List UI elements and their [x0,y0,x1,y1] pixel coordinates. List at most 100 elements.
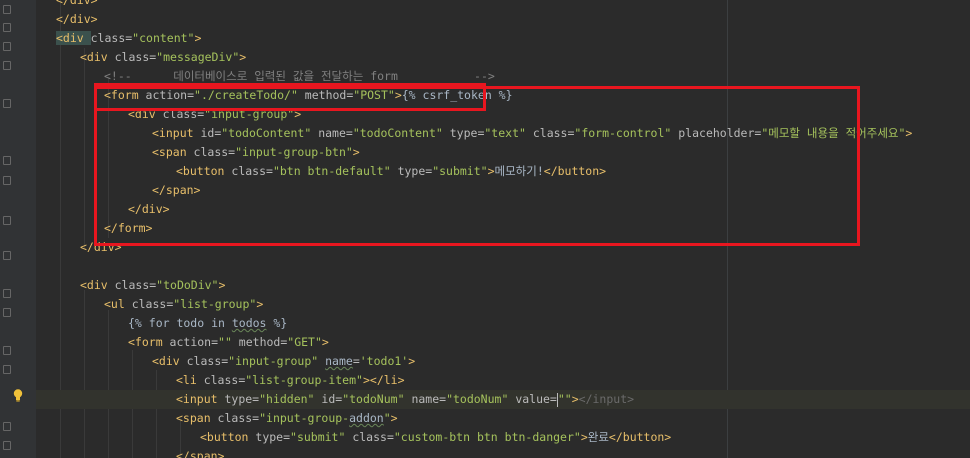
code-token: > [362,373,370,387]
code-token: class= [114,50,157,64]
code-editor[interactable]: </div> </div> <div class="content"> <div cl… [0,0,970,458]
code-token: "" [218,335,239,349]
code-line[interactable]: <div class="toDoDiv"> [80,276,225,295]
fold-marker-icon[interactable] [3,441,11,450]
code-token: type= [255,430,291,444]
code-token: <!-- 데이터베이스로 입력된 값을 전달하는 form --> [104,69,495,83]
code-token: </span> [176,449,225,458]
code-token: name [325,354,353,368]
code-token: %} [266,316,288,330]
fold-marker-icon[interactable] [3,23,11,32]
code-line[interactable]: </div> [56,0,98,10]
fold-marker-icon[interactable] [3,422,11,431]
code-token: class= [186,354,229,368]
code-token: > [408,354,416,368]
code-token: > [580,430,588,444]
code-token: <span [176,411,218,425]
code-line[interactable]: <div class="content"> [56,29,201,48]
code-line[interactable]: <li class="list-group-item"></li> [176,371,405,390]
code-token: "todoNum" [342,392,412,406]
code-line[interactable]: <div class="messageDiv"> [80,48,246,67]
code-line[interactable]: <span class="input-group-addon"> [176,409,398,428]
code-token: "messageDiv" [156,50,240,64]
code-token: todos [231,316,267,330]
fold-marker-icon[interactable] [3,365,11,374]
code-token: addon [349,411,384,425]
code-token: " [383,411,391,425]
code-token: "content" [132,31,195,45]
fold-marker-icon[interactable] [3,346,11,355]
code-token: 완료 [587,430,609,444]
code-token: <div [80,278,115,292]
code-token: "toDoDiv" [156,278,219,292]
fold-marker-icon[interactable] [3,251,11,260]
fold-marker-icon[interactable] [3,216,11,225]
code-token: name= [411,392,447,406]
code-line[interactable]: <button type="submit" class="custom-btn … [200,428,671,447]
code-token: <input [176,392,225,406]
code-token: 'todo1' [359,354,409,368]
code-token: <li [176,373,204,387]
code-token: > [194,31,202,45]
code-token: value= [515,392,557,406]
code-token: class= [114,278,157,292]
code-token: "GET" [287,335,322,349]
code-token: > [571,392,579,406]
code-token: <div [152,354,187,368]
code-token: "list-group-item" [245,373,363,387]
annotation-box-form-tag [94,83,486,111]
code-token: "input-group" [228,354,326,368]
code-token: method= [238,335,288,349]
code-token: </div> [56,0,98,7]
code-line[interactable]: </span> [176,447,224,458]
code-token: "todoNum" [446,392,516,406]
indent-guide [108,310,109,458]
code-token: <button [200,430,256,444]
code-token: <ul [104,297,132,311]
code-token: > [256,297,264,311]
code-token: class= [217,411,260,425]
code-token: "input-group- [259,411,350,425]
code-token: {% for todo in [128,316,232,330]
code-token: = [352,354,360,368]
code-token: id= [321,392,343,406]
code-token: class= [90,31,133,45]
fold-marker-icon[interactable] [3,176,11,185]
fold-marker-icon[interactable] [3,156,11,165]
code-token: > [239,50,247,64]
code-token: </button> [608,430,672,444]
code-line[interactable]: <form action="" method="GET"> [128,333,329,352]
code-token: > [321,335,329,349]
code-token: "submit" [290,430,353,444]
code-token: > [218,278,226,292]
indent-guide [84,48,85,248]
code-token: </input> [578,392,635,406]
fold-marker-icon[interactable] [3,42,11,51]
code-token: > [905,126,913,140]
code-token: <div [56,31,91,45]
code-token: class= [131,297,174,311]
fold-marker-icon[interactable] [3,289,11,298]
code-line[interactable]: </div> [56,10,98,29]
code-token: <form [128,335,170,349]
code-token: class= [203,373,246,387]
code-line[interactable]: {% for todo in todos %} [128,314,287,333]
fold-marker-icon[interactable] [3,99,11,108]
code-token: <div [80,50,115,64]
fold-marker-icon[interactable] [3,308,11,317]
code-token: "hidden" [259,392,322,406]
code-line[interactable]: <input type="hidden" id="todoNum" name="… [36,390,970,409]
code-token: "custom-btn btn btn-danger" [393,430,581,444]
indent-guide [156,370,157,458]
code-token: </li> [369,373,405,387]
lightbulb-icon[interactable] [13,389,23,402]
indent-guide [84,290,85,458]
fold-marker-icon[interactable] [3,5,11,14]
code-token: type= [224,392,260,406]
code-token: class= [352,430,394,444]
code-token: action= [169,335,219,349]
code-token: "list-group" [173,297,257,311]
code-line[interactable]: <div class="input-group" name='todo1'> [152,352,415,371]
code-line[interactable]: <ul class="list-group"> [104,295,263,314]
fold-marker-icon[interactable] [3,61,11,70]
